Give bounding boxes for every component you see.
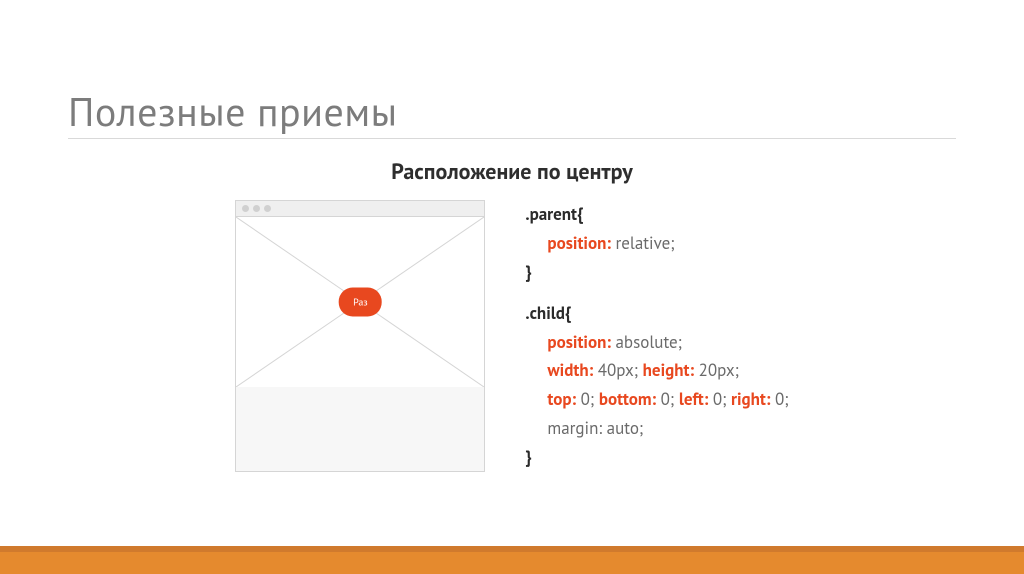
browser-viewport: Раз [236, 217, 484, 387]
window-dot-icon [264, 205, 271, 212]
css-val: 0; [708, 388, 731, 410]
browser-titlebar [236, 201, 484, 217]
window-dot-icon [242, 205, 249, 212]
css-val: 0; [770, 388, 788, 410]
code-line: position: absolute; [525, 328, 788, 357]
browser-mock: Раз [235, 200, 485, 472]
css-prop: top: [547, 388, 576, 410]
css-val: 0; [656, 388, 679, 410]
css-val: 0; [576, 388, 599, 410]
css-val: 40px; [593, 359, 643, 381]
centered-child: Раз [339, 288, 382, 317]
css-val: relative; [611, 232, 675, 254]
footer-band-bottom [0, 552, 1024, 574]
selector-child: .child{ [525, 302, 571, 324]
code-line: } [525, 443, 788, 472]
css-prop: width: [547, 359, 593, 381]
code-line: margin: auto; [525, 414, 788, 443]
css-prop: position: [547, 331, 611, 353]
content-row: Раз .parent{ position: relative; } .chil… [0, 200, 1024, 472]
css-prop: position: [547, 232, 611, 254]
brace-close: } [525, 261, 531, 283]
css-prop: bottom: [599, 388, 656, 410]
css-prop: height: [643, 359, 694, 381]
code-line: } [525, 258, 788, 287]
css-val: 20px; [694, 359, 739, 381]
page-title: Полезные приемы [68, 86, 398, 138]
slide: Полезные приемы Расположение по центру Р… [0, 0, 1024, 574]
code-block: .parent{ position: relative; } .child{ p… [525, 200, 788, 472]
code-line: .child{ [525, 299, 788, 328]
window-dot-icon [253, 205, 260, 212]
css-prop: left: [679, 388, 708, 410]
css-val: absolute; [611, 331, 682, 353]
css-line-margin: margin: auto; [547, 417, 643, 439]
brace-close: } [525, 446, 531, 468]
code-line: position: relative; [525, 229, 788, 258]
subtitle: Расположение по центру [0, 158, 1024, 186]
code-line: top: 0; bottom: 0; left: 0; right: 0; [525, 385, 788, 414]
footer-bands [0, 546, 1024, 574]
css-prop: right: [731, 388, 770, 410]
spacer [525, 287, 788, 299]
title-divider [68, 138, 956, 139]
selector-parent: .parent{ [525, 203, 583, 225]
code-line: width: 40px; height: 20px; [525, 356, 788, 385]
code-line: .parent{ [525, 200, 788, 229]
